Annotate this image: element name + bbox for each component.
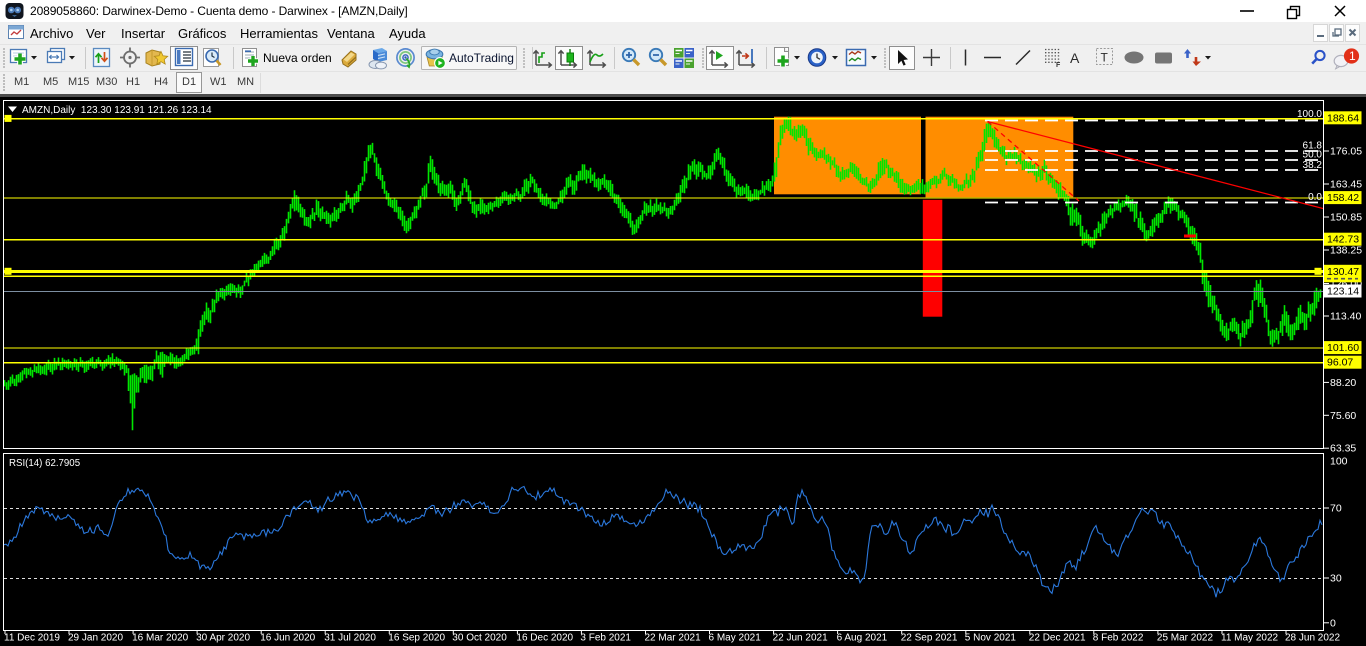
svg-text:158.42: 158.42 [1327, 192, 1359, 204]
svg-text:113.40: 113.40 [1330, 311, 1361, 323]
svg-text:11 Dec 2019: 11 Dec 2019 [4, 633, 60, 644]
svg-text:16 Sep 2020: 16 Sep 2020 [388, 633, 445, 644]
svg-text:AutoTrading: AutoTrading [449, 51, 514, 65]
svg-text:101.60: 101.60 [1327, 342, 1359, 354]
svg-text:100.0: 100.0 [1297, 109, 1322, 120]
svg-text:75.60: 75.60 [1330, 410, 1356, 422]
svg-text:22 Sep 2021: 22 Sep 2021 [901, 633, 958, 644]
svg-text:100: 100 [1330, 456, 1348, 468]
svg-text:30 Oct 2020: 30 Oct 2020 [452, 633, 507, 644]
svg-text:38.2: 38.2 [1303, 160, 1323, 171]
svg-text:88.20: 88.20 [1330, 377, 1356, 389]
svg-text:70: 70 [1330, 503, 1342, 515]
svg-text:6 May 2021: 6 May 2021 [709, 633, 762, 644]
svg-text:123.14: 123.14 [1327, 286, 1359, 298]
svg-text:22 Mar 2021: 22 Mar 2021 [645, 633, 702, 644]
svg-text:F: F [1056, 62, 1061, 69]
svg-text:96.07: 96.07 [1327, 357, 1353, 369]
svg-text:163.45: 163.45 [1330, 179, 1362, 191]
svg-text:22 Dec 2021: 22 Dec 2021 [1029, 633, 1086, 644]
svg-text:0.0: 0.0 [1308, 192, 1322, 203]
svg-text:188.64: 188.64 [1327, 112, 1359, 124]
svg-text:138.25: 138.25 [1330, 245, 1362, 257]
svg-text:50.0: 50.0 [1303, 150, 1323, 161]
svg-text:29 Jan 2020: 29 Jan 2020 [68, 633, 123, 644]
svg-text:142.73: 142.73 [1327, 234, 1359, 246]
svg-text:176.05: 176.05 [1330, 146, 1362, 158]
svg-text:0: 0 [1330, 617, 1336, 629]
svg-text:1: 1 [1349, 49, 1356, 63]
svg-text:25 Mar 2022: 25 Mar 2022 [1157, 633, 1214, 644]
svg-text:16 Mar 2020: 16 Mar 2020 [132, 633, 189, 644]
svg-text:Nueva orden: Nueva orden [263, 51, 332, 65]
svg-text:A: A [1070, 50, 1080, 66]
svg-text:16 Dec 2020: 16 Dec 2020 [516, 633, 573, 644]
svg-text:RSI(14) 62.7905: RSI(14) 62.7905 [9, 458, 80, 469]
svg-text:30 Apr 2020: 30 Apr 2020 [196, 633, 250, 644]
svg-text:31 Jul 2020: 31 Jul 2020 [324, 633, 376, 644]
svg-text:8 Feb 2022: 8 Feb 2022 [1093, 633, 1144, 644]
svg-text:6 Aug 2021: 6 Aug 2021 [837, 633, 888, 644]
svg-text:22 Jun 2021: 22 Jun 2021 [773, 633, 828, 644]
svg-text:130.47: 130.47 [1327, 266, 1359, 278]
svg-text:63.35: 63.35 [1330, 443, 1356, 455]
svg-text:11 May 2022: 11 May 2022 [1221, 633, 1279, 644]
svg-text:T: T [1101, 51, 1109, 65]
svg-text:30: 30 [1330, 573, 1342, 585]
svg-text:16 Jun 2020: 16 Jun 2020 [260, 633, 315, 644]
svg-text:AMZN,Daily 123.30 123.91 121.: AMZN,Daily 123.30 123.91 121.26 123.14 [22, 105, 212, 116]
svg-text:3 Feb 2021: 3 Feb 2021 [580, 633, 631, 644]
svg-text:150.85: 150.85 [1330, 212, 1362, 224]
svg-text:5 Nov 2021: 5 Nov 2021 [965, 633, 1017, 644]
svg-text:28 Jun 2022: 28 Jun 2022 [1285, 633, 1340, 644]
